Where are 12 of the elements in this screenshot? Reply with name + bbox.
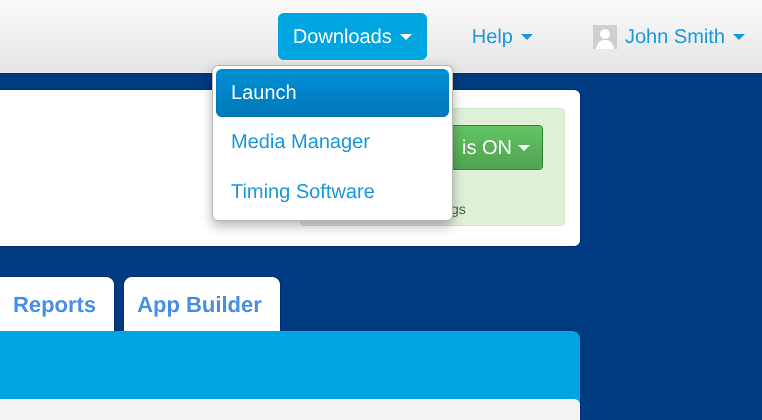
caret-icon (520, 34, 533, 40)
nav-menu-button[interactable]: Downloads (278, 13, 427, 60)
nav-menu-button[interactable]: John Smith (578, 13, 760, 60)
menu-item[interactable]: Launch (216, 69, 449, 117)
caret-icon (518, 144, 530, 150)
tab[interactable]: App Builder (124, 277, 280, 331)
menu-item[interactable]: Timing Software (216, 167, 449, 217)
nav-menu-button[interactable]: Help (456, 13, 548, 60)
tab[interactable]: Reports (0, 277, 114, 331)
caret-icon (400, 34, 412, 40)
avatar-icon (592, 24, 617, 48)
caret-icon (733, 34, 745, 40)
